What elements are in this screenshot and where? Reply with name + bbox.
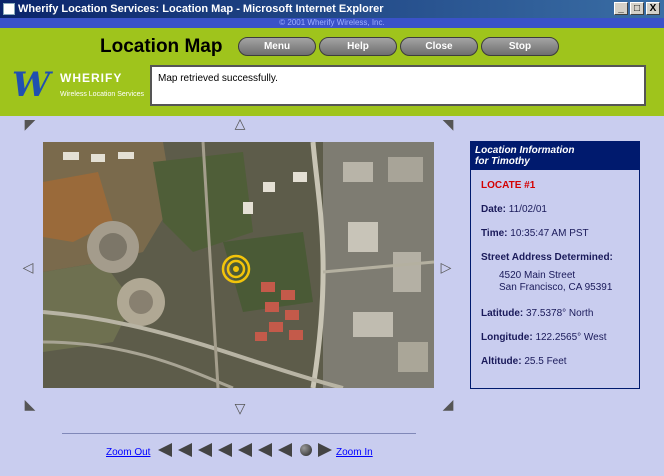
- pan-left-icon[interactable]: ◁: [20, 259, 36, 275]
- altitude-label: Altitude:: [481, 356, 522, 367]
- zoom-level-2-icon[interactable]: [178, 443, 192, 457]
- maximize-button[interactable]: □: [630, 2, 644, 15]
- zoom-level-5-icon[interactable]: [238, 443, 252, 457]
- date-value: 11/02/01: [508, 204, 547, 215]
- pan-up-icon[interactable]: △: [232, 115, 248, 131]
- pan-down-right-icon[interactable]: ◢: [440, 396, 456, 412]
- zoom-level-4-icon[interactable]: [218, 443, 232, 457]
- zoom-out-link[interactable]: Zoom Out: [106, 447, 150, 458]
- minimize-button[interactable]: _: [614, 2, 628, 15]
- logo-name: WHERIFY: [60, 71, 123, 85]
- longitude-value: 122.2565° West: [535, 332, 607, 343]
- logo-letter: W: [12, 65, 50, 105]
- address-line1: 4520 Main Street: [499, 270, 576, 281]
- target-marker-icon: [221, 254, 251, 284]
- location-info-panel: Location Information for Timothy LOCATE …: [470, 141, 640, 389]
- browser-icon: [3, 3, 15, 15]
- page-title: Location Map: [100, 36, 223, 57]
- info-heading-line1: Location Information: [475, 145, 575, 156]
- latitude-value: 37.5378° North: [526, 308, 594, 319]
- aerial-map[interactable]: [43, 142, 434, 388]
- zoom-level-9-icon[interactable]: [318, 443, 332, 457]
- time-label: Time:: [481, 228, 508, 239]
- zoom-in-link[interactable]: Zoom In: [336, 447, 373, 458]
- pan-down-left-icon[interactable]: ◣: [22, 396, 38, 412]
- zoom-level-7-icon[interactable]: [278, 443, 292, 457]
- latitude-row: Latitude: 37.5378° North: [481, 308, 593, 319]
- address-line2: San Francisco, CA 95391: [499, 282, 613, 293]
- map-area: ◤ △ ◥ ◁ ▷ ◣ ▽ ◢ Location Information for…: [0, 115, 664, 476]
- pan-up-right-icon[interactable]: ◥: [440, 116, 456, 132]
- divider-line: [62, 433, 416, 434]
- longitude-row: Longitude: 122.2565° West: [481, 332, 607, 343]
- zoom-level-1-icon[interactable]: [158, 443, 172, 457]
- pan-right-icon[interactable]: ▷: [438, 259, 454, 275]
- window-title-bar: Wherify Location Services: Location Map …: [0, 0, 664, 18]
- time-value: 10:35:47 AM PST: [510, 228, 589, 239]
- menu-button[interactable]: Menu: [238, 37, 316, 56]
- date-label: Date:: [481, 204, 507, 215]
- copyright-text: © 2001 Wherify Wireless, Inc.: [0, 18, 664, 28]
- pan-down-icon[interactable]: ▽: [232, 400, 248, 416]
- status-message-box: Map retrieved successfully.: [150, 65, 646, 106]
- longitude-label: Longitude:: [481, 332, 533, 343]
- close-window-button[interactable]: X: [646, 2, 660, 15]
- info-heading-line2: for Timothy: [475, 156, 530, 167]
- time-row: Time: 10:35:47 AM PST: [481, 228, 589, 239]
- altitude-row: Altitude: 25.5 Feet: [481, 356, 567, 367]
- wherify-logo: W WHERIFY Wireless Location Services: [8, 65, 146, 109]
- address-label: Street Address Determined:: [481, 252, 613, 263]
- info-heading: Location Information for Timothy: [471, 142, 639, 170]
- window-title: Wherify Location Services: Location Map …: [18, 3, 384, 15]
- latitude-label: Latitude:: [481, 308, 524, 319]
- zoom-current-level-icon[interactable]: [300, 444, 312, 456]
- close-button[interactable]: Close: [400, 37, 478, 56]
- zoom-level-3-icon[interactable]: [198, 443, 212, 457]
- altitude-value: 25.5 Feet: [524, 356, 567, 367]
- help-button[interactable]: Help: [319, 37, 397, 56]
- pan-up-left-icon[interactable]: ◤: [22, 116, 38, 132]
- status-message: Map retrieved successfully.: [158, 73, 278, 84]
- stop-button[interactable]: Stop: [481, 37, 559, 56]
- locate-title: LOCATE #1: [481, 180, 536, 191]
- logo-tagline: Wireless Location Services: [60, 91, 145, 98]
- date-row: Date: 11/02/01: [481, 204, 547, 215]
- page-header: Location Map Menu Help Close Stop W WHER…: [0, 28, 664, 116]
- zoom-level-6-icon[interactable]: [258, 443, 272, 457]
